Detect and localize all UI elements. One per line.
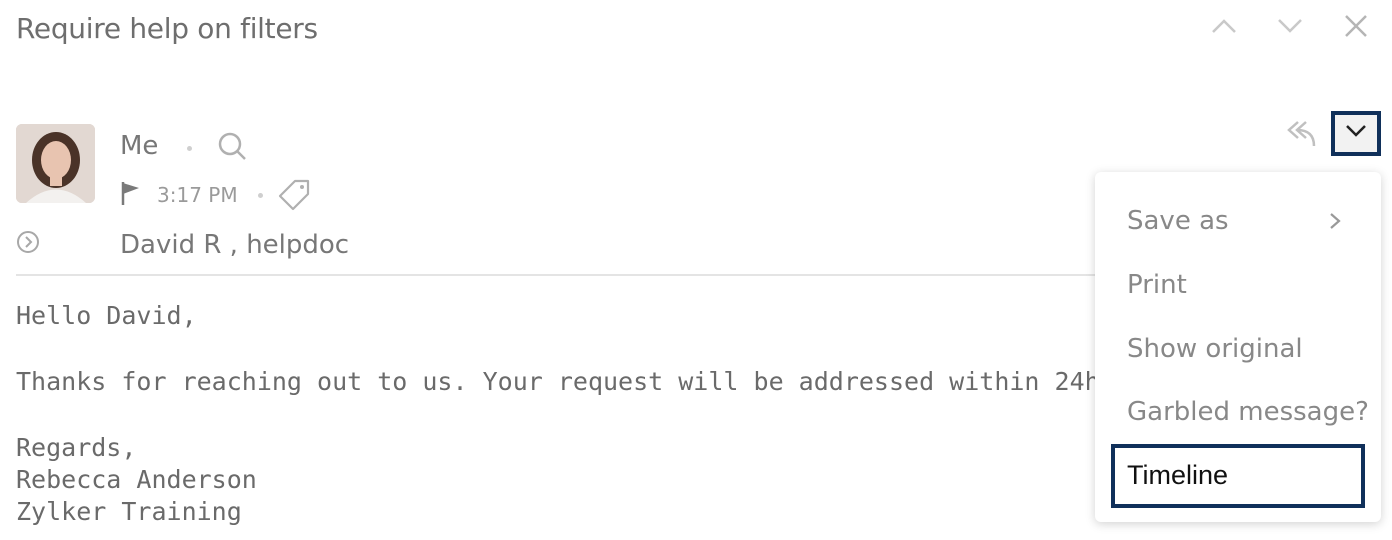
search-icon[interactable] xyxy=(216,130,248,167)
body-line: Hello David, xyxy=(16,301,197,330)
more-options-menu: Save as Print Show original Garbled mess… xyxy=(1095,172,1381,522)
menu-item-show-original[interactable]: Show original xyxy=(1127,334,1303,364)
menu-item-print[interactable]: Print xyxy=(1127,270,1187,300)
sender-name[interactable]: Me xyxy=(120,131,158,161)
email-nav xyxy=(1204,6,1376,46)
chevron-up-icon[interactable] xyxy=(1204,6,1244,46)
avatar[interactable] xyxy=(16,124,95,203)
menu-item-timeline-label: Timeline xyxy=(1127,460,1229,490)
body-line xyxy=(16,398,1145,432)
message-body: Hello David, Thanks for reaching out to … xyxy=(16,300,1145,528)
separator-dot xyxy=(258,193,263,198)
tag-icon[interactable] xyxy=(278,178,312,217)
body-line: Rebecca Anderson xyxy=(16,465,257,494)
reply-icon[interactable] xyxy=(1286,118,1318,153)
expand-icon[interactable] xyxy=(16,230,40,259)
chevron-down-icon xyxy=(1345,124,1367,143)
more-options-button[interactable] xyxy=(1331,111,1381,156)
body-line xyxy=(16,332,1145,366)
chevron-right-icon xyxy=(1329,212,1341,235)
flag-icon[interactable] xyxy=(120,180,142,211)
recipients[interactable]: David R , helpdoc xyxy=(120,230,349,260)
separator-dot xyxy=(187,146,192,151)
body-line: Regards, xyxy=(16,433,137,462)
body-line: Thanks for reaching out to us. Your requ… xyxy=(16,367,1145,396)
message-time: 3:17 PM xyxy=(157,183,238,207)
menu-item-save-as[interactable]: Save as xyxy=(1127,206,1229,236)
close-icon[interactable] xyxy=(1336,6,1376,46)
body-line: Zylker Training xyxy=(16,497,242,526)
email-subject: Require help on filters xyxy=(16,12,318,45)
chevron-down-icon[interactable] xyxy=(1270,6,1310,46)
menu-item-timeline[interactable]: Timeline xyxy=(1111,444,1365,508)
menu-item-garbled-message[interactable]: Garbled message? xyxy=(1127,397,1369,427)
